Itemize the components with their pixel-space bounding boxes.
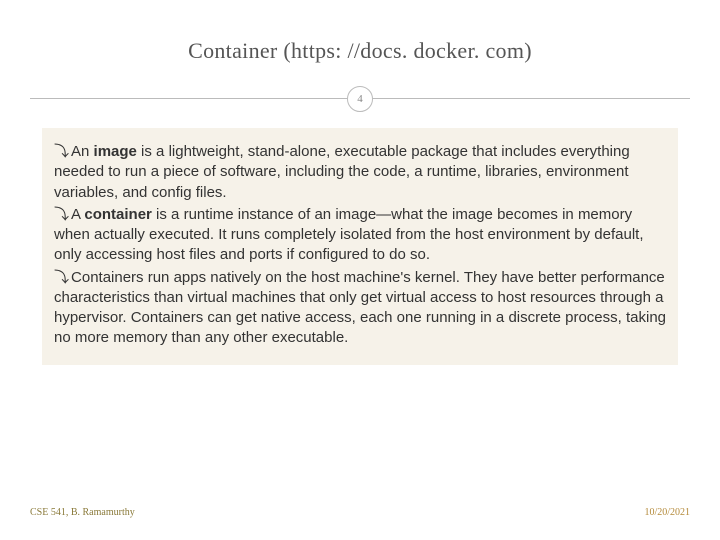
content-box: ⤵An image is a lightweight, stand-alone,… bbox=[42, 128, 678, 365]
slide: Container (https: //docs. docker. com) 4… bbox=[0, 0, 720, 540]
bullet-icon: ⤵ bbox=[54, 206, 69, 223]
bullet-item: ⤵A container is a runtime instance of an… bbox=[54, 205, 666, 266]
bullet-text-pre: An bbox=[71, 143, 94, 160]
bullet-item: ⤵An image is a lightweight, stand-alone,… bbox=[54, 142, 666, 203]
page-number-badge: 4 bbox=[347, 86, 373, 112]
bullet-text-strong: container bbox=[84, 206, 152, 223]
title-wrap: Container (https: //docs. docker. com) bbox=[0, 0, 720, 64]
footer-left: CSE 541, B. Ramamurthy bbox=[30, 507, 135, 518]
slide-title: Container (https: //docs. docker. com) bbox=[188, 38, 532, 64]
bullet-text-post: is a lightweight, stand-alone, executabl… bbox=[54, 143, 630, 201]
bullet-text-post: Containers run apps natively on the host… bbox=[54, 269, 666, 347]
bullet-text-pre: A bbox=[71, 206, 84, 223]
bullet-icon: ⤵ bbox=[54, 143, 69, 160]
bullet-text-strong: image bbox=[94, 143, 137, 160]
footer-right: 10/20/2021 bbox=[644, 507, 690, 518]
bullet-icon: ⤵ bbox=[54, 269, 69, 286]
bullet-item: ⤵Containers run apps natively on the hos… bbox=[54, 268, 666, 349]
